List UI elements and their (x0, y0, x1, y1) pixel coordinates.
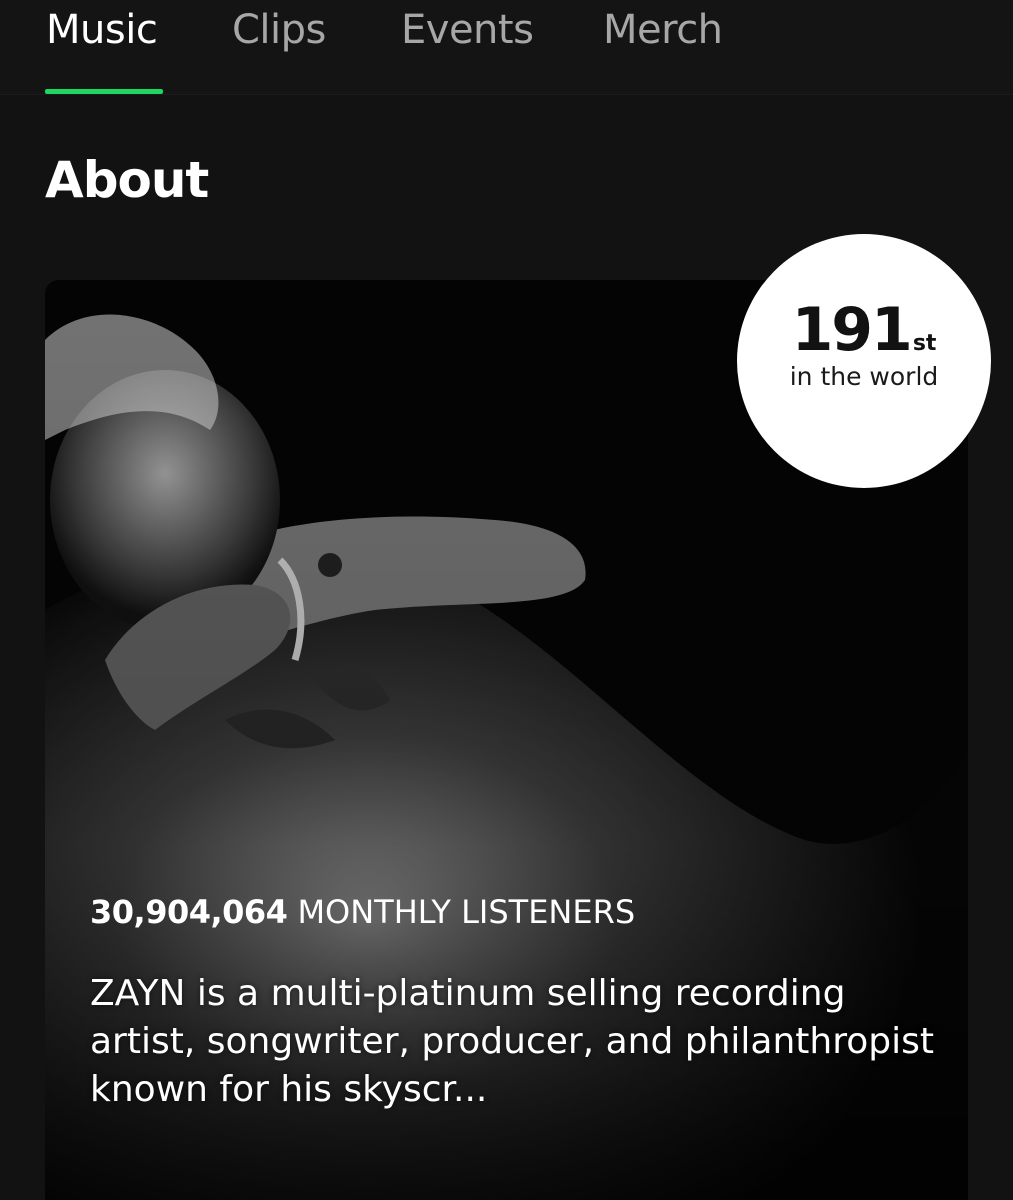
rank-number-row: 191st (737, 300, 991, 360)
artist-page: Music Clips Events Merch About 30,904,06… (0, 0, 1013, 1200)
world-rank-badge: 191st in the world (737, 234, 991, 488)
artist-bio: ZAYN is a multi-platinum selling recordi… (90, 973, 934, 1110)
rank-label: in the world (789, 362, 939, 391)
tab-merch[interactable]: Merch (603, 8, 723, 52)
tab-events[interactable]: Events (401, 8, 534, 52)
about-heading: About (45, 151, 209, 209)
rank-suffix: st (912, 331, 937, 356)
active-tab-indicator (45, 89, 163, 94)
tab-music[interactable]: Music (46, 8, 158, 52)
monthly-listeners: 30,904,064 MONTHLY LISTENERS (90, 892, 635, 932)
artist-tabs: Music Clips Events Merch (0, 0, 1013, 95)
monthly-listeners-count: 30,904,064 (90, 893, 288, 931)
tab-clips[interactable]: Clips (232, 8, 326, 52)
monthly-listeners-label: MONTHLY LISTENERS (297, 893, 636, 931)
rank-number: 191 (791, 295, 913, 365)
